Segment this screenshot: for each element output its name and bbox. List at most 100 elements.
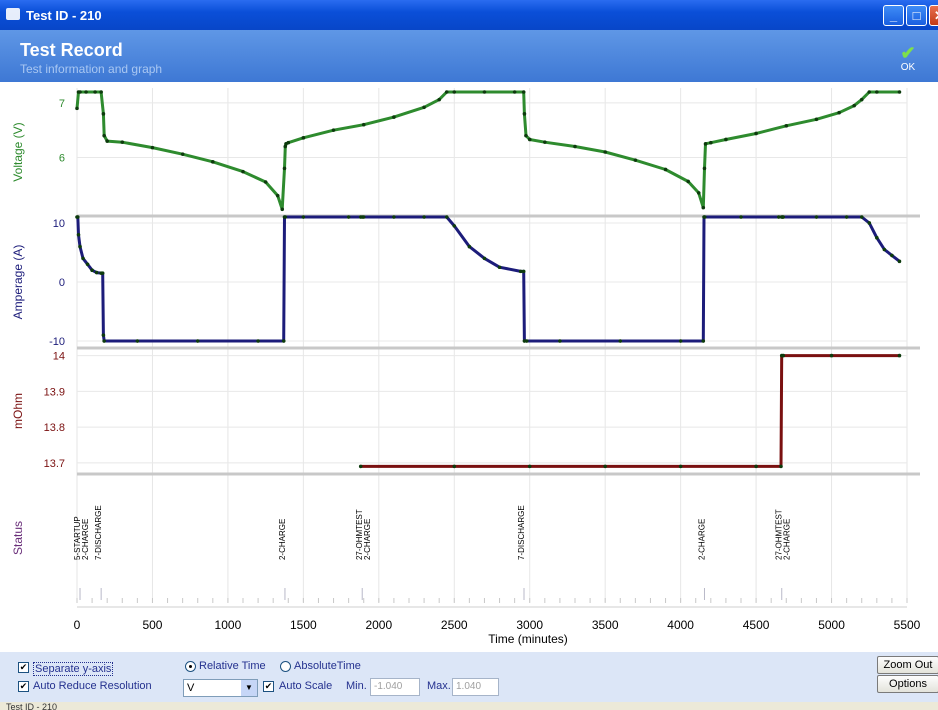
auto-reduce-label[interactable]: Auto Reduce Resolution (33, 680, 152, 692)
data-point (444, 215, 449, 219)
min-input[interactable]: -1.040 (370, 678, 420, 696)
data-point (150, 145, 155, 150)
options-button[interactable]: Options (877, 675, 938, 693)
y-axis-label: Amperage (A) (11, 245, 25, 320)
data-point (558, 339, 562, 343)
data-point (263, 180, 268, 184)
auto-scale-label[interactable]: Auto Scale (279, 680, 332, 692)
data-point (102, 339, 106, 343)
chart-area[interactable]: 6 7 Voltage (V) -10 0 10 Amperage (A) 13.7 13.8 1… (0, 82, 938, 652)
x-tick-label: 3500 (592, 618, 619, 632)
separate-y-axis-label[interactable]: Separate y-axis (33, 662, 114, 676)
data-point (452, 464, 457, 469)
data-point (422, 105, 426, 110)
max-input[interactable]: 1.040 (452, 678, 499, 696)
y-tick-label: 10 (53, 218, 65, 230)
data-point (358, 464, 363, 469)
data-point (497, 265, 502, 270)
ok-button[interactable]: ✔ OK (893, 44, 923, 78)
status-event-label: 2-CHARGE (278, 519, 287, 560)
data-point (686, 179, 690, 184)
absolute-time-label[interactable]: AbsoluteTime (294, 660, 361, 672)
series-line (360, 354, 900, 468)
data-point (814, 215, 819, 219)
status-event-label: 2-CHARGE (81, 519, 90, 560)
x-tick-label: 4500 (743, 618, 770, 632)
zoom-out-button[interactable]: Zoom Out (877, 656, 938, 674)
series-line (76, 215, 901, 343)
data-point (78, 244, 82, 249)
auto-scale-checkbox[interactable]: ✔ (263, 681, 274, 692)
test-graph[interactable]: 6 7 Voltage (V) -10 0 10 Amperage (A) 13.7 13.8 1… (0, 82, 938, 652)
data-point (482, 256, 487, 261)
page-subtitle: Test information and graph (20, 62, 163, 76)
x-axis-label: Time (minutes) (488, 632, 568, 646)
y-tick-label: 13.9 (44, 386, 65, 398)
data-point (241, 169, 245, 174)
data-point (829, 353, 834, 358)
data-point (522, 112, 527, 116)
data-point (701, 205, 706, 210)
data-point (573, 144, 577, 149)
controls-panel: ✔ Separate y-axis ✔ Auto Reduce Resoluti… (0, 652, 938, 702)
data-point (99, 90, 103, 94)
data-point (437, 97, 441, 102)
data-point (75, 215, 80, 219)
relative-time-radio[interactable] (185, 661, 196, 672)
series-line (75, 90, 900, 211)
data-point (527, 464, 532, 469)
data-point (897, 353, 902, 358)
y-axis-label: Status (11, 521, 25, 555)
data-point (280, 207, 285, 212)
data-point (890, 253, 894, 258)
x-tick-label: 2000 (365, 618, 392, 632)
y-tick-label: 7 (59, 98, 65, 110)
data-point (724, 137, 728, 142)
data-point (663, 167, 668, 172)
data-point (702, 166, 707, 171)
data-point (81, 256, 85, 261)
data-point (701, 339, 706, 343)
x-tick-label: 1000 (215, 618, 242, 632)
data-point (837, 110, 841, 115)
x-tick-label: 4000 (667, 618, 694, 632)
close-button[interactable]: ✕ (929, 5, 938, 26)
data-point (331, 128, 336, 132)
data-point (814, 117, 819, 122)
data-point (696, 191, 701, 195)
data-point (633, 158, 638, 162)
y-axis-label: Voltage (V) (11, 122, 25, 181)
data-point (524, 133, 528, 138)
chevron-down-icon[interactable]: ▼ (241, 680, 257, 696)
data-point (301, 136, 306, 140)
data-point (281, 339, 286, 343)
title-bar[interactable]: Test ID - 210 _ □ ✕ (0, 0, 938, 30)
status-event-label: 2-CHARGE (697, 519, 706, 560)
data-point (467, 244, 472, 249)
x-tick-label: 1500 (290, 618, 317, 632)
x-tick-label: 2500 (441, 618, 468, 632)
data-point (392, 215, 396, 219)
data-point (867, 90, 872, 94)
relative-time-label[interactable]: Relative Time (199, 660, 266, 672)
x-tick-label: 3000 (516, 618, 543, 632)
data-point (524, 339, 529, 343)
data-point (135, 339, 140, 343)
series-select[interactable]: V ▼ (183, 679, 258, 697)
x-tick-label: 0 (74, 618, 81, 632)
absolute-time-radio[interactable] (280, 661, 291, 672)
data-point (678, 464, 683, 469)
x-tick-label: 5500 (894, 618, 921, 632)
ok-label: OK (900, 62, 916, 73)
data-point (452, 90, 457, 94)
data-point (897, 259, 902, 264)
minimize-button[interactable]: _ (883, 5, 904, 26)
maximize-button[interactable]: □ (906, 5, 927, 26)
status-bar: Test ID - 210 (0, 702, 938, 710)
data-point (105, 139, 109, 143)
separate-y-axis-checkbox[interactable]: ✔ (18, 662, 29, 673)
data-point (739, 215, 743, 219)
data-point (361, 122, 366, 127)
max-label: Max. (427, 680, 451, 692)
auto-reduce-checkbox[interactable]: ✔ (18, 681, 29, 692)
